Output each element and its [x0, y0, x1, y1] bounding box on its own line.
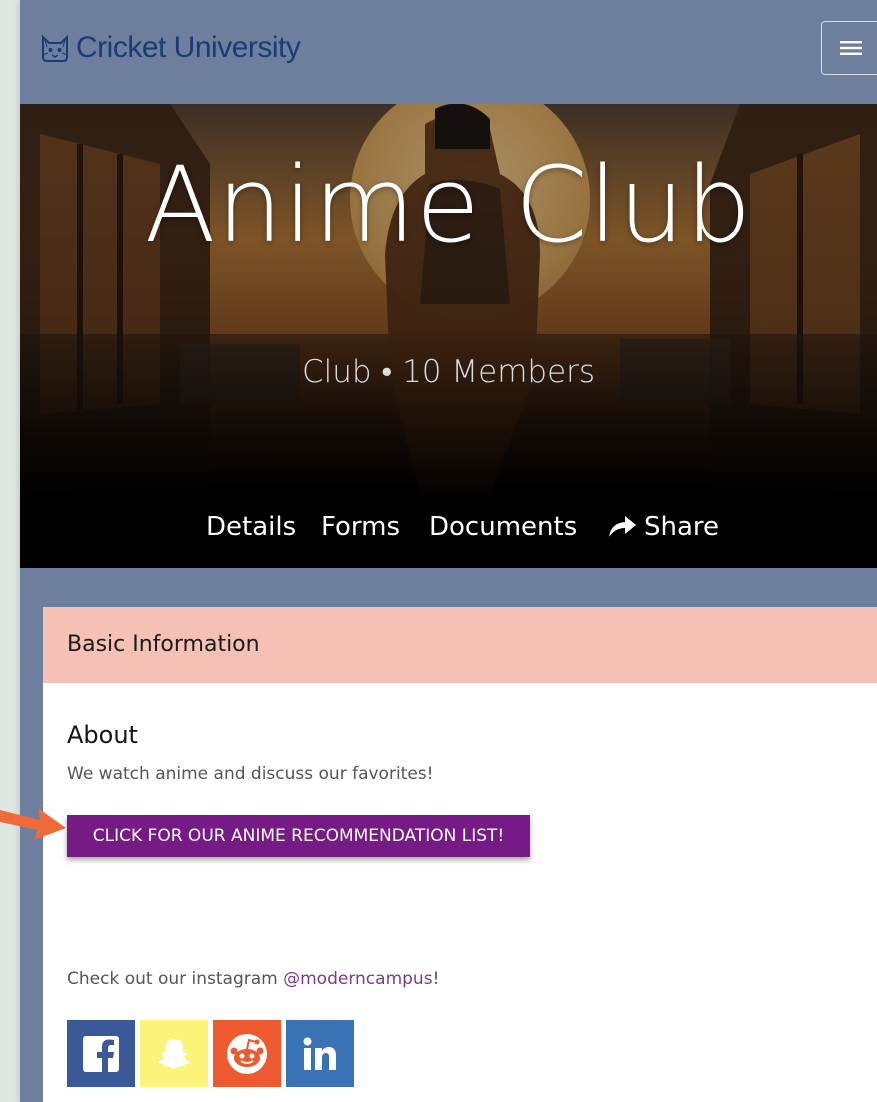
tab-documents[interactable]: Documents [429, 512, 577, 542]
university-name: Cricket University [76, 31, 301, 64]
card-header: Basic Information [43, 607, 877, 683]
card-header-title: Basic Information [67, 632, 260, 657]
facebook-icon [83, 1035, 119, 1072]
club-subtitle: Club • 10 Members [301, 354, 596, 390]
linkedin-link[interactable] [286, 1020, 354, 1087]
page: Cricket University Anime Club Club • 10 … [20, 0, 877, 1102]
facebook-link[interactable] [67, 1020, 135, 1087]
cricket-cat-logo-icon [41, 34, 69, 62]
instagram-link[interactable]: @moderncampus [283, 969, 432, 989]
club-tabs: Details Forms Documents Share [20, 494, 877, 568]
hamburger-menu-button[interactable] [821, 21, 877, 75]
basic-information-card: Basic Information About We watch anime a… [43, 607, 877, 1102]
snapchat-link[interactable] [140, 1020, 208, 1087]
about-heading: About [67, 721, 138, 749]
instagram-suffix: ! [432, 969, 440, 989]
instagram-line: Check out our instagram @moderncampus! [67, 969, 439, 989]
top-navbar: Cricket University [20, 0, 877, 104]
tab-details[interactable]: Details [206, 512, 296, 542]
tab-forms[interactable]: Forms [321, 512, 400, 542]
reddit-icon [227, 1033, 267, 1074]
about-text: We watch anime and discuss our favorites… [67, 764, 434, 784]
tab-share[interactable]: Share [608, 512, 719, 542]
tab-share-label: Share [644, 512, 720, 542]
reddit-link[interactable] [213, 1020, 281, 1087]
snapchat-icon [158, 1038, 190, 1069]
recommendation-list-button[interactable]: CLICK FOR OUR ANIME RECOMMENDATION LIST! [67, 815, 530, 857]
club-banner: Anime Club Club • 10 Members Details For… [20, 104, 877, 568]
instagram-prefix: Check out our instagram [67, 969, 284, 989]
share-arrow-icon [609, 516, 636, 537]
linkedin-icon [303, 1037, 336, 1070]
pointer-arrow-icon [0, 808, 66, 840]
hamburger-menu-icon [840, 41, 862, 55]
university-logo[interactable]: Cricket University [40, 28, 301, 68]
club-title: Anime Club [144, 144, 753, 266]
